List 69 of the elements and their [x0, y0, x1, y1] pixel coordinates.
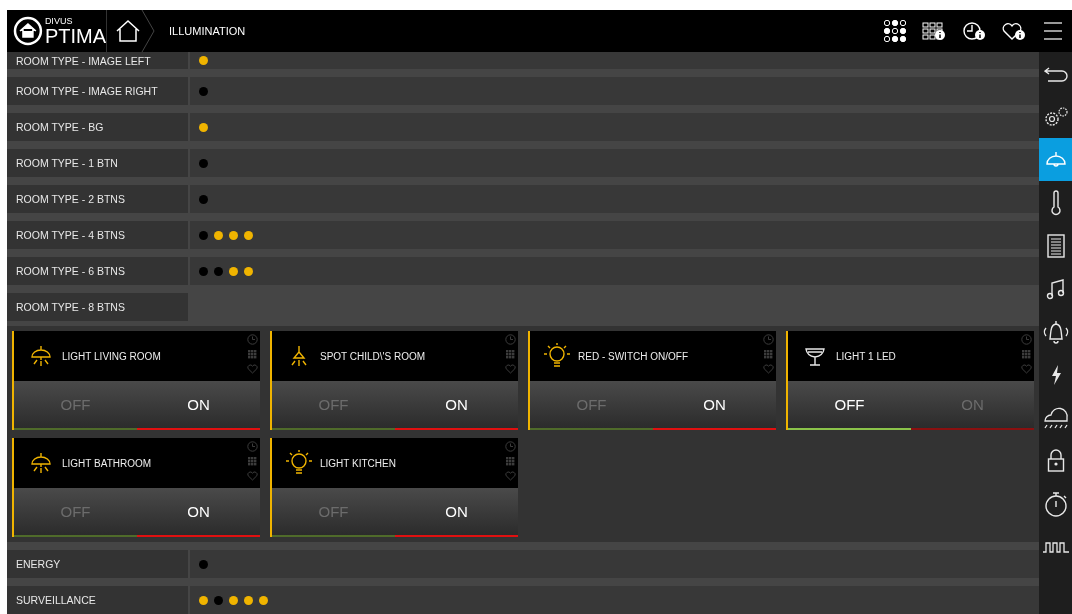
- clock-icon[interactable]: [247, 334, 258, 345]
- room-type-label: ROOM TYPE - IMAGE LEFT: [7, 52, 188, 69]
- clock-icon[interactable]: [763, 334, 774, 345]
- clock-icon[interactable]: [505, 441, 516, 452]
- heart-icon[interactable]: [505, 364, 516, 374]
- pulse-icon: [1042, 540, 1070, 553]
- room-type-label: ROOM TYPE - 8 BTNS: [7, 293, 188, 321]
- clock-icon[interactable]: [247, 441, 258, 452]
- light-name: LIGHT KITCHEN: [320, 457, 396, 469]
- dot-grid-icon[interactable]: [884, 20, 906, 42]
- settings-icon: [1043, 105, 1069, 128]
- ceiling-lamp-icon: [30, 345, 52, 367]
- lock-icon: [1047, 448, 1065, 473]
- breadcrumb-title[interactable]: ILLUMINATION: [169, 25, 246, 37]
- room-type-label: ROOM TYPE - 1 BTN: [7, 149, 188, 177]
- room-type-label: ROOM TYPE - 6 BTNS: [7, 257, 188, 285]
- room-type-label: ROOM TYPE - 2 BTNS: [7, 185, 188, 213]
- shutter-icon: [1047, 233, 1065, 258]
- heart-icon[interactable]: [247, 471, 258, 481]
- alarm-bell-icon: [1041, 318, 1071, 345]
- ceiling-lamp-icon: [1045, 150, 1067, 169]
- room-type-label: SURVEILLANCE: [7, 586, 188, 614]
- music-note-icon: [1046, 277, 1066, 300]
- keypad-icon[interactable]: [247, 349, 258, 360]
- stopwatch-icon: [1044, 490, 1068, 517]
- light-name: LIGHT BATHROOM: [62, 457, 152, 469]
- room-type-label: ROOM TYPE - IMAGE RIGHT: [7, 77, 188, 105]
- off-button[interactable]: OFF: [788, 381, 911, 428]
- on-button[interactable]: ON: [395, 488, 518, 535]
- chevron-icon: [141, 10, 155, 52]
- clock-icon[interactable]: [1021, 334, 1032, 345]
- on-button[interactable]: ON: [137, 488, 260, 535]
- lightning-icon: [1050, 363, 1062, 386]
- keypad-icon[interactable]: [763, 349, 774, 360]
- keypad-icon[interactable]: [505, 349, 516, 360]
- heart-icon[interactable]: [1021, 364, 1032, 374]
- grid-info-icon[interactable]: [922, 21, 946, 41]
- heart-info-icon[interactable]: [1002, 21, 1026, 41]
- thermometer-icon: [1050, 189, 1062, 216]
- room-type-label: ENERGY: [7, 550, 188, 578]
- heart-icon[interactable]: [505, 471, 516, 481]
- cocktail-glass-icon: [804, 345, 826, 367]
- on-button[interactable]: ON: [653, 381, 776, 428]
- light-name: LIGHT LIVING ROOM: [62, 350, 161, 362]
- home-logo-icon: [13, 16, 43, 46]
- keypad-icon[interactable]: [505, 456, 516, 467]
- light-bulb-icon: [542, 342, 572, 370]
- light-name: RED - SWITCH ON/OFF: [578, 350, 688, 362]
- home-icon[interactable]: [115, 19, 141, 43]
- heart-icon[interactable]: [763, 364, 774, 374]
- keypad-icon[interactable]: [247, 456, 258, 467]
- keypad-icon[interactable]: [1021, 349, 1032, 360]
- on-button[interactable]: ON: [395, 381, 518, 428]
- light-name: LIGHT 1 LED: [836, 350, 896, 362]
- rain-cloud-icon: [1042, 405, 1070, 430]
- clock-icon[interactable]: [505, 334, 516, 345]
- brand-name: DIVUS: [44, 16, 74, 26]
- heart-icon[interactable]: [247, 364, 258, 374]
- menu-icon[interactable]: [1042, 21, 1064, 41]
- spotlight-icon: [289, 345, 309, 367]
- light-bulb-icon: [284, 449, 314, 477]
- light-name: SPOT CHILD\'S ROOM: [320, 350, 426, 362]
- room-type-label: ROOM TYPE - BG: [7, 113, 188, 141]
- ceiling-lamp-icon: [30, 452, 52, 474]
- clock-info-icon[interactable]: [962, 21, 986, 41]
- on-button[interactable]: ON: [137, 381, 260, 428]
- back-icon: [1044, 65, 1068, 82]
- brand-wordmark: PTIMA: [44, 25, 106, 46]
- room-type-label: ROOM TYPE - 4 BTNS: [7, 221, 188, 249]
